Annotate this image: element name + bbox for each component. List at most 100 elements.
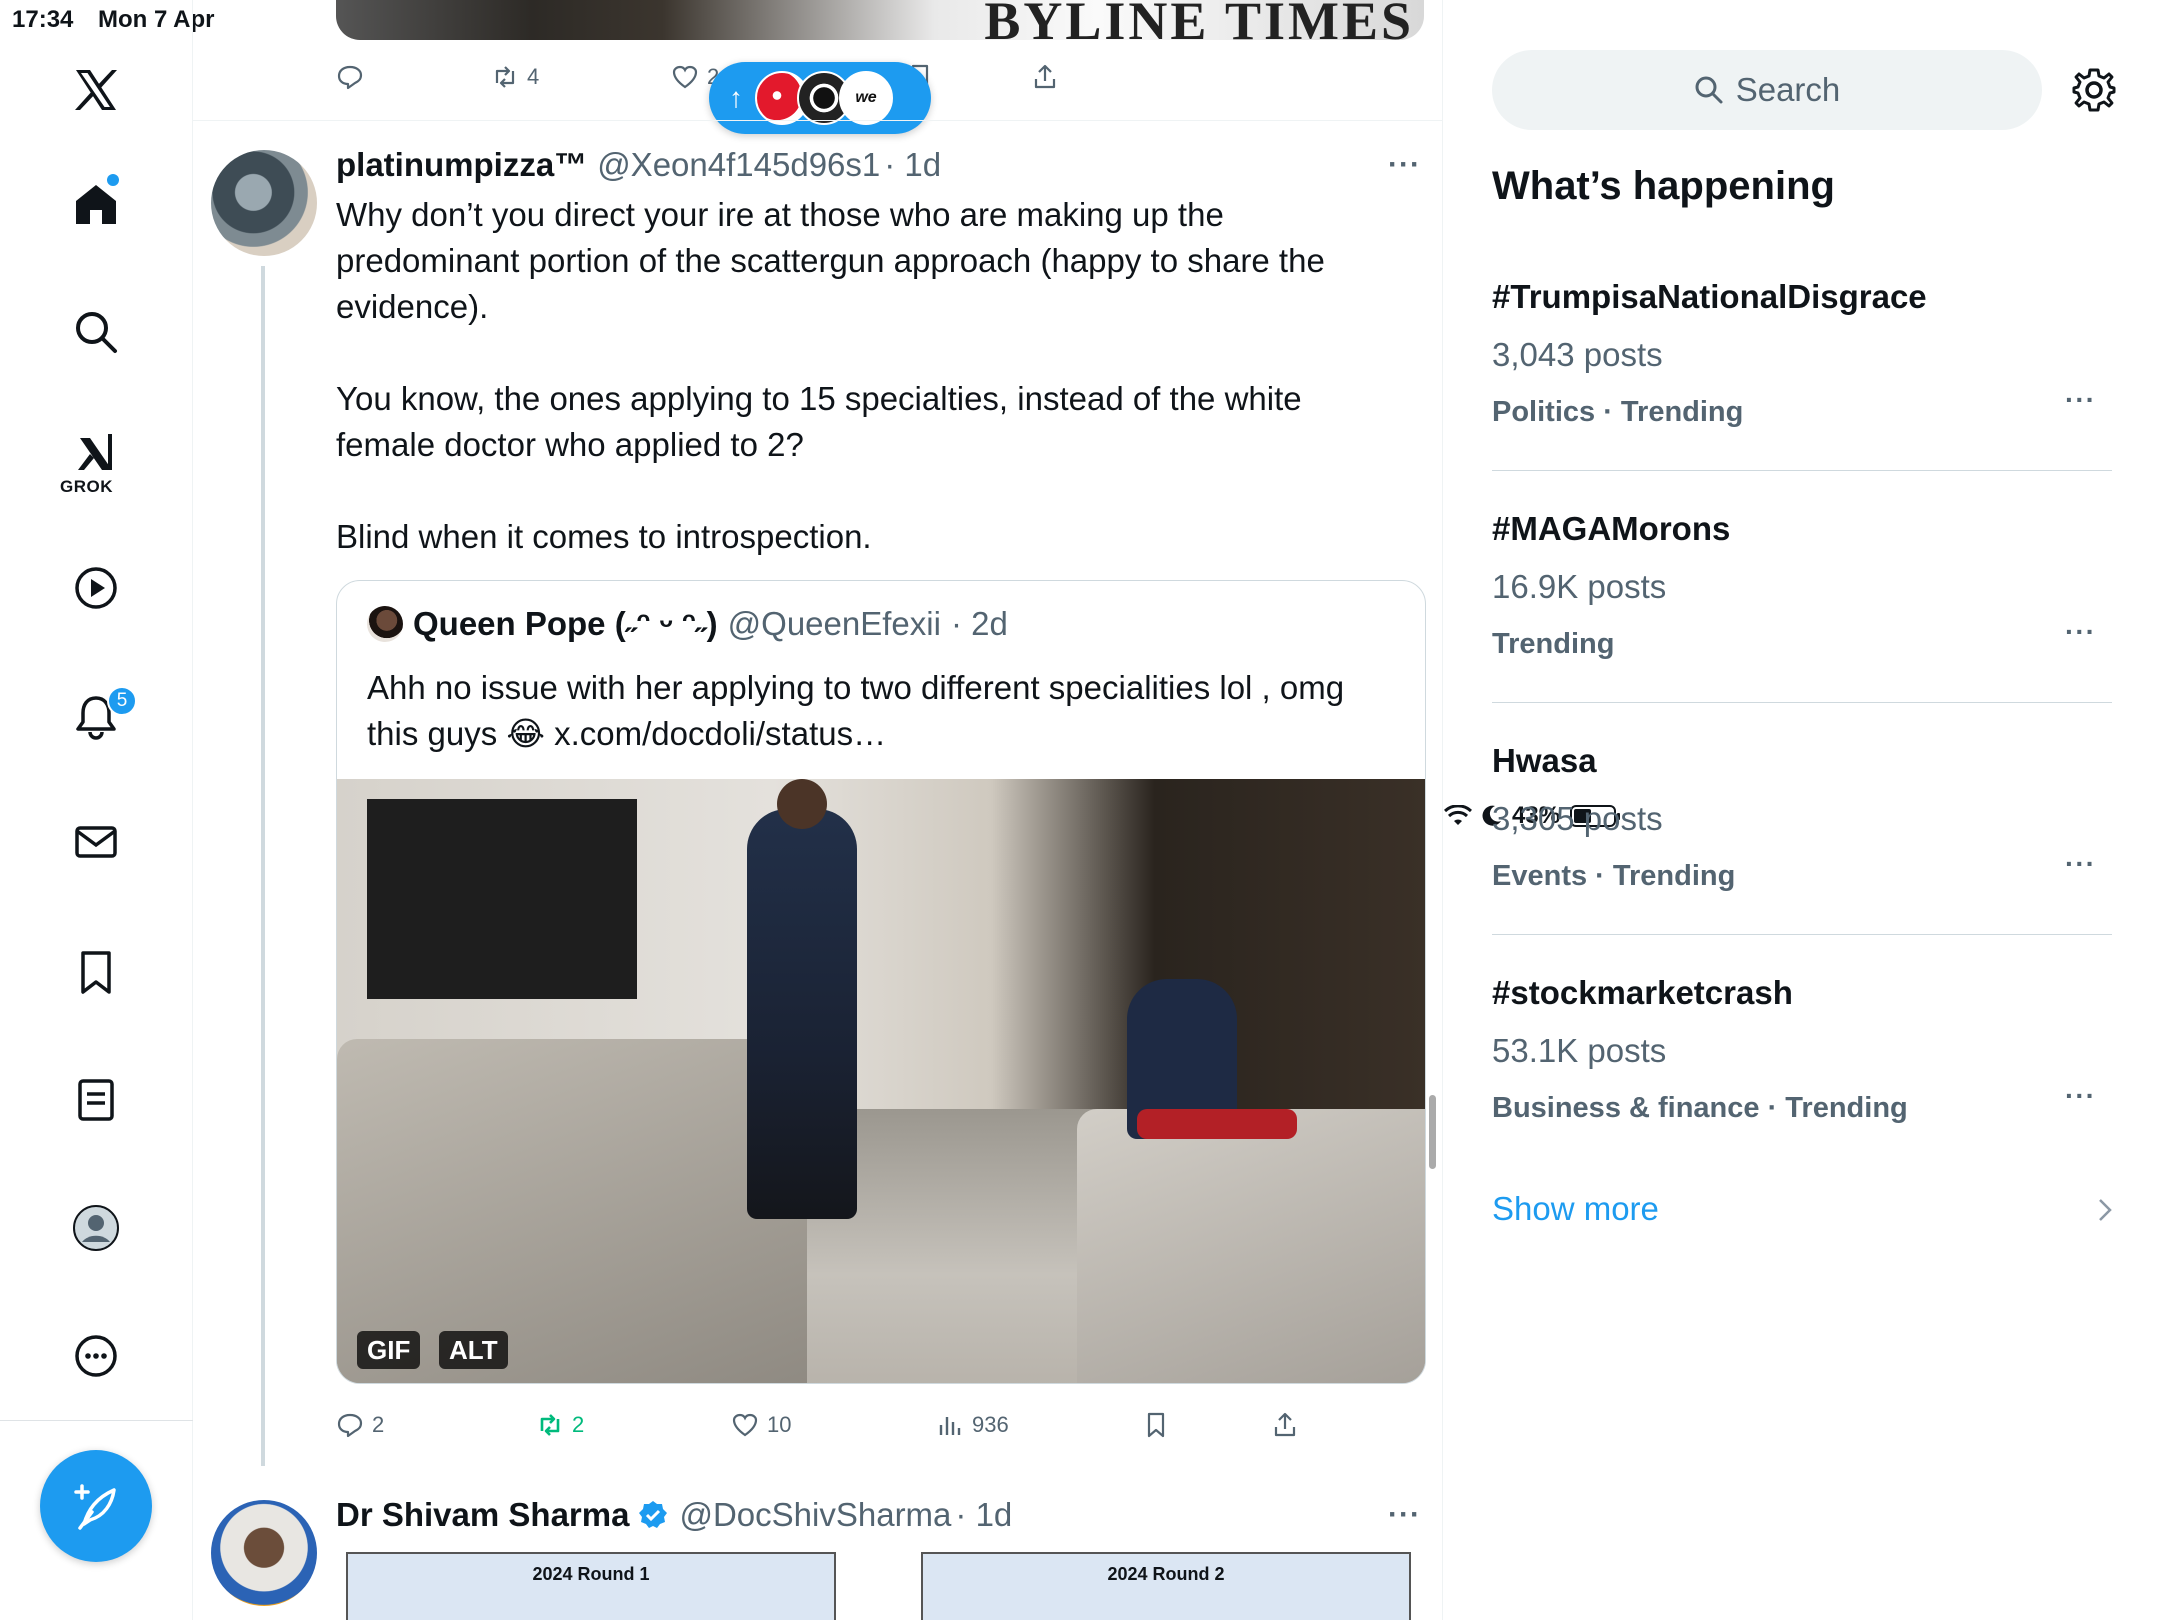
search-icon[interactable] <box>62 298 130 366</box>
profile-avatar-icon[interactable] <box>62 1194 130 1262</box>
tweet-paragraph: Why don’t you direct your ire at those w… <box>336 196 1325 325</box>
search-icon <box>1695 76 1723 104</box>
left-navigation: GROK 5 <box>0 0 193 1620</box>
trend-name: #MAGAMorons <box>1492 510 1731 547</box>
trend-more-icon[interactable]: ··· <box>2065 384 2096 416</box>
repost-button[interactable]: 4 <box>491 63 539 91</box>
home-icon[interactable] <box>62 170 130 238</box>
trend-name: #stockmarketcrash <box>1492 974 1793 1011</box>
trend-category: Events · Trending <box>1492 860 1736 892</box>
heart-icon <box>672 65 698 89</box>
compose-post-button[interactable] <box>40 1450 152 1562</box>
tweet-header: Dr Shivam Sharma @DocShivSharma · 1d <box>336 1496 1012 1534</box>
like-button[interactable]: 10 <box>731 1411 791 1439</box>
new-posts-pill[interactable]: ↑ we <box>709 62 931 134</box>
reply-button[interactable]: 2 <box>336 1411 384 1439</box>
tweet-images[interactable]: 2024 Round 1 2024 Round 2 <box>336 1552 1426 1620</box>
media-scene <box>747 809 857 1219</box>
trend-more-icon[interactable]: ··· <box>2065 848 2096 880</box>
previous-tweet-media[interactable]: BYLINE TIMES <box>336 0 1424 40</box>
show-more-link[interactable]: Show more <box>1492 1190 1659 1228</box>
author-name[interactable]: Dr Shivam Sharma <box>336 1496 629 1534</box>
image-table-2: 2024 Round 2 <box>921 1552 1411 1620</box>
quote-author-avatar <box>367 606 403 642</box>
trend-post-count: 3,305 posts <box>1492 800 1663 837</box>
trend-post-count: 3,043 posts <box>1492 336 1663 373</box>
video-play-icon[interactable] <box>62 554 130 622</box>
reply-icon <box>337 1413 363 1438</box>
table-title: 2024 Round 2 <box>1107 1564 1225 1584</box>
trend-item[interactable]: #MAGAMorons 16.9K posts Trending ··· <box>1492 510 2112 670</box>
repost-count: 2 <box>572 1412 585 1437</box>
author-avatar[interactable] <box>211 150 317 256</box>
quote-author-handle: @QueenEfexii <box>727 605 941 642</box>
repost-icon <box>495 66 515 88</box>
messages-envelope-icon[interactable] <box>62 808 130 876</box>
chevron-right-icon <box>2099 1199 2112 1221</box>
author-handle[interactable]: @Xeon4f145d96s1 <box>597 146 880 184</box>
trend-category: Business & finance · Trending <box>1492 1092 1908 1124</box>
trend-item[interactable]: #TrumpisaNationalDisgrace 3,043 posts Po… <box>1492 278 2112 438</box>
tweet-paragraph-spacer <box>336 330 1386 376</box>
thread-line <box>261 266 265 1466</box>
grok-icon[interactable] <box>62 418 130 486</box>
reply-icon <box>337 65 363 90</box>
author-name[interactable]: platinumpizza™ <box>336 146 587 184</box>
gif-badge: GIF <box>357 1331 421 1369</box>
bar-chart-icon <box>939 1417 961 1435</box>
share-button[interactable] <box>1031 63 1059 91</box>
bookmarks-icon[interactable] <box>62 938 130 1006</box>
tweet-separator <box>193 120 1442 121</box>
share-icon <box>1034 64 1056 89</box>
trend-category: Politics · Trending <box>1492 396 1744 428</box>
share-button[interactable] <box>1271 1411 1299 1439</box>
trend-more-icon[interactable]: ··· <box>2065 616 2096 648</box>
new-post-avatar: we <box>839 71 893 125</box>
reply-count: 2 <box>372 1412 385 1437</box>
right-sidebar: Search What’s happening #TrumpisaNationa… <box>1444 0 2160 1620</box>
trend-divider <box>1492 934 2112 935</box>
trend-item[interactable]: #stockmarketcrash 53.1K posts Business &… <box>1492 974 2112 1134</box>
tweet-paragraph: You know, the ones applying to 15 specia… <box>336 380 1302 463</box>
share-icon <box>1274 1412 1296 1437</box>
trend-item[interactable]: Hwasa 3,305 posts Events · Trending ··· <box>1492 742 2112 902</box>
author-avatar[interactable] <box>211 1500 317 1606</box>
like-count: 10 <box>767 1412 792 1437</box>
view-count: 936 <box>972 1412 1009 1437</box>
notification-badge: 5 <box>107 686 137 716</box>
media-caption-text: BYLINE TIMES <box>984 0 1414 40</box>
nav-divider <box>0 1420 193 1421</box>
tweet-actions: 2 2 10 936 <box>336 1408 1426 1442</box>
tweet-paragraph-spacer <box>336 468 1386 514</box>
trend-post-count: 53.1K posts <box>1492 1032 1667 1069</box>
media-scene <box>777 779 827 829</box>
author-handle[interactable]: @DocShivSharma <box>679 1496 951 1534</box>
alt-text-badge[interactable]: ALT <box>439 1331 508 1369</box>
trend-more-icon[interactable]: ··· <box>2065 1080 2096 1112</box>
timeline-column: BYLINE TIMES 4 2 ↑ we platinumpizza™ @Xe… <box>193 0 1443 1620</box>
more-options-icon[interactable]: ··· <box>1388 1498 1421 1532</box>
more-options-icon[interactable] <box>62 1322 130 1390</box>
search-input[interactable]: Search <box>1492 50 2042 130</box>
verified-badge-icon <box>639 1501 668 1528</box>
scrollbar-thumb[interactable] <box>1429 1095 1436 1169</box>
arrow-up-icon: ↑ <box>729 82 743 113</box>
heart-icon <box>732 1413 758 1437</box>
whats-happening-title: What’s happening <box>1492 164 1835 208</box>
x-logo-icon[interactable] <box>62 56 130 124</box>
post-time[interactable]: · 1d <box>955 1496 1012 1534</box>
settings-gear-icon[interactable] <box>2070 66 2118 114</box>
tweet-paragraph: Blind when it comes to introspection. <box>336 518 872 555</box>
quoted-tweet[interactable]: Queen Pope (˶ᵔ ᵕ ᵔ˶) @QueenEfexii · 2d A… <box>336 580 1426 1384</box>
lists-icon[interactable] <box>62 1066 130 1134</box>
more-options-icon[interactable]: ··· <box>1388 148 1421 182</box>
post-time[interactable]: · 1d <box>884 146 941 184</box>
bookmark-button[interactable] <box>1142 1411 1170 1439</box>
views-button[interactable]: 936 <box>936 1411 1009 1439</box>
tweet-body: Why don’t you direct your ire at those w… <box>336 192 1386 560</box>
search-placeholder: Search <box>1735 71 1841 108</box>
quote-gif-media[interactable]: GIF ALT <box>337 779 1425 1383</box>
reply-button[interactable] <box>336 63 364 91</box>
repost-button[interactable]: 2 <box>536 1411 584 1439</box>
compose-feather-icon <box>74 1484 116 1530</box>
